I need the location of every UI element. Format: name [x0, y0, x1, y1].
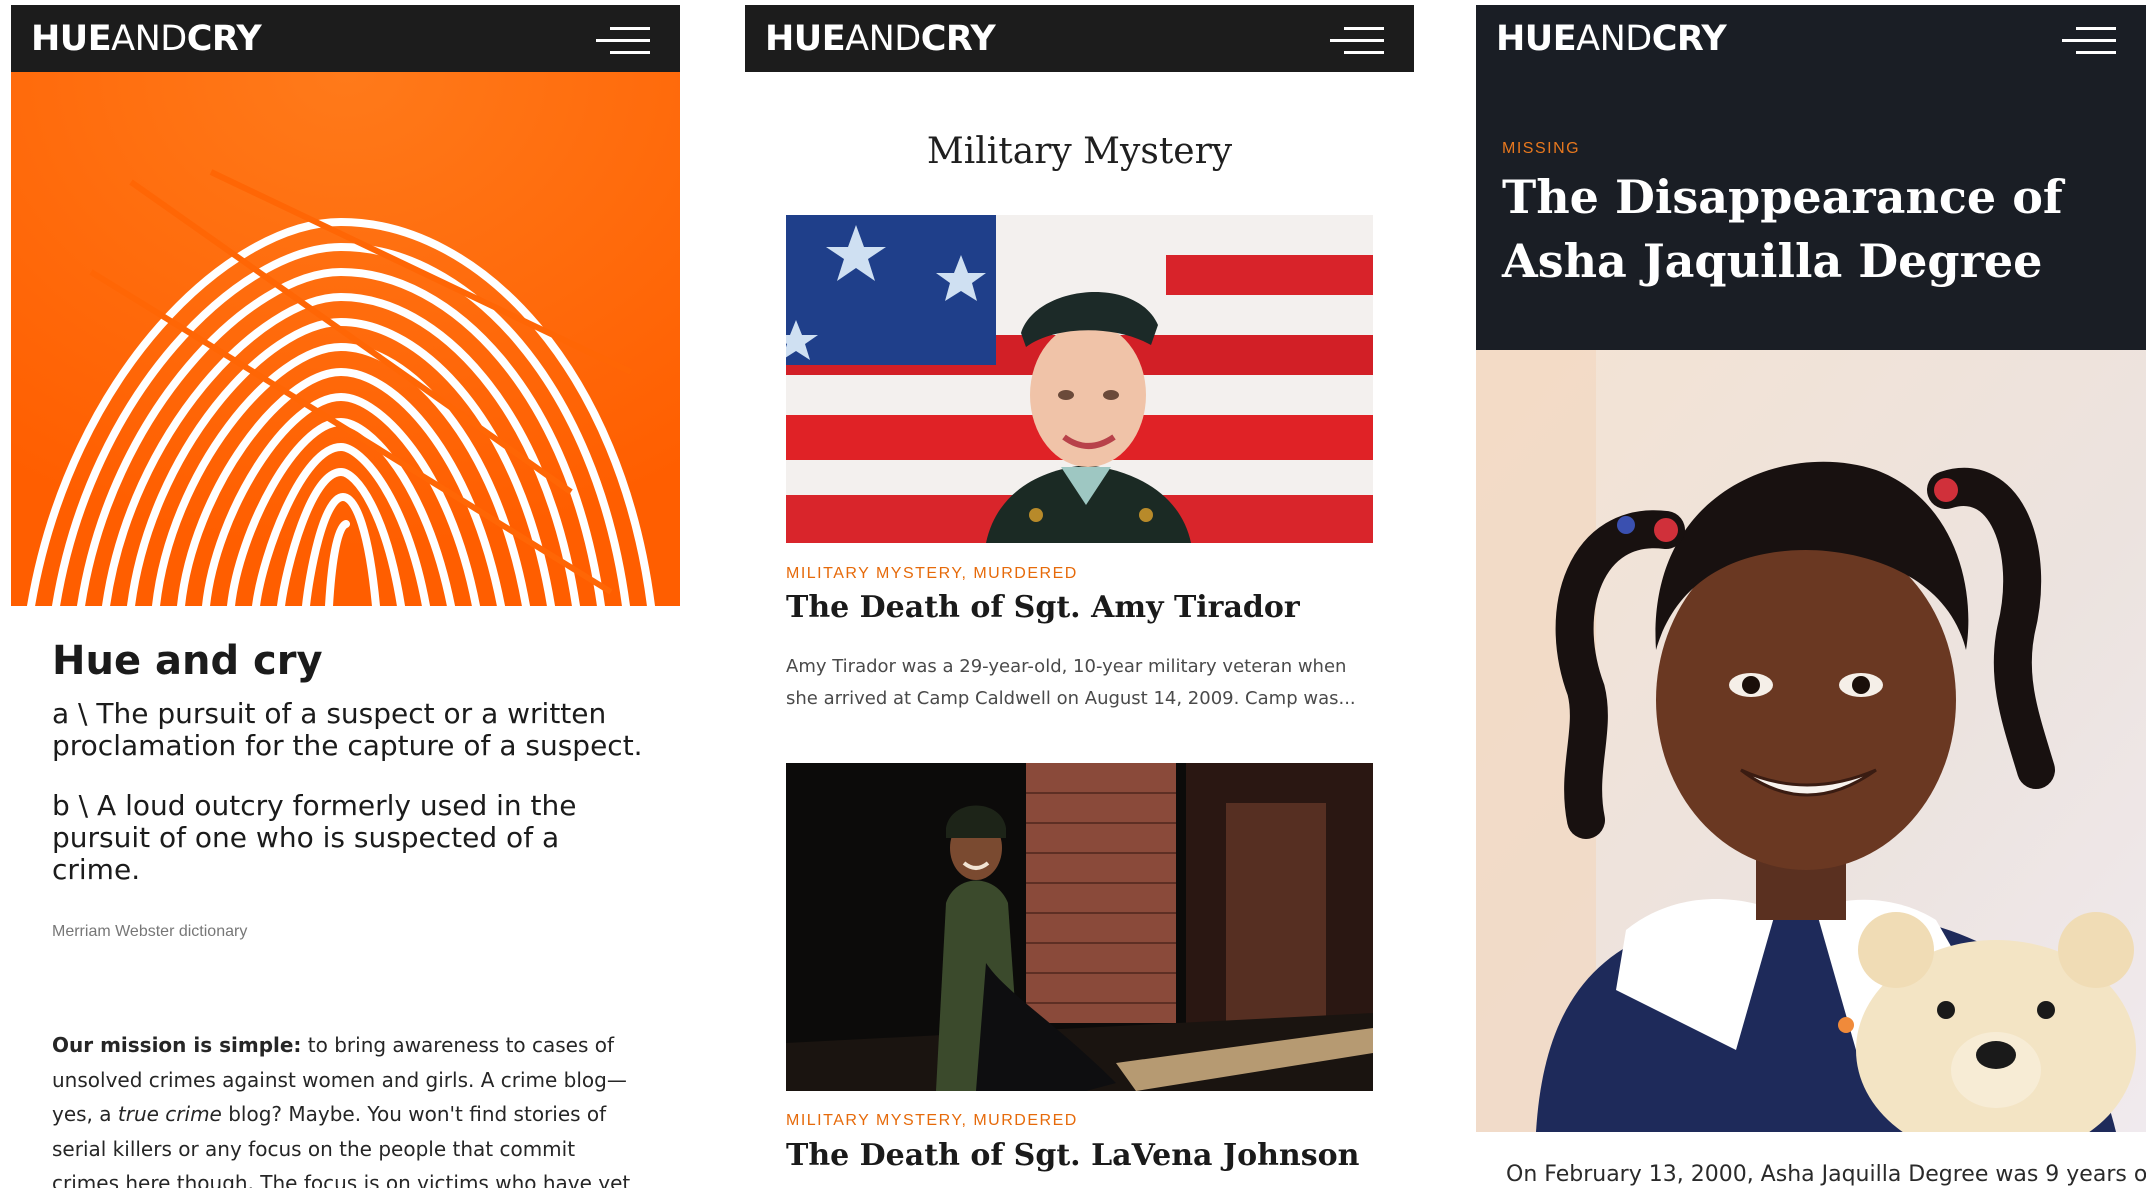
page-title: Hue and cry	[52, 638, 323, 684]
definition-a: a \ The pursuit of a suspect or a writte…	[52, 697, 643, 762]
article-category[interactable]: MILITARY MYSTERY, MURDERED	[786, 1112, 1078, 1130]
category-page-panel: HUEANDCRY Military Mystery MILITARY MYST…	[745, 5, 1414, 1188]
definition-b: b \ A loud outcry formerly used in the p…	[52, 789, 577, 886]
article-body-text: On February 13, 2000, Asha Jaquilla Degr…	[1506, 1162, 2146, 1187]
article-header: HUEANDCRY MISSING The Disappearance of A…	[1476, 5, 2146, 350]
article-title-amy-tirador[interactable]: The Death of Sgt. Amy Tirador	[786, 590, 1300, 625]
fingerprint-hero-image	[11, 72, 680, 606]
site-header: HUEANDCRY	[11, 5, 680, 72]
article-image-lavena-johnson[interactable]	[786, 763, 1373, 1091]
article-image-amy-tirador[interactable]	[786, 215, 1373, 543]
home-page-panel: HUEANDCRY Hue and cry a \ The pursuit of…	[11, 5, 680, 1188]
section-title: Military Mystery	[926, 131, 1233, 172]
menu-icon[interactable]	[596, 27, 650, 55]
site-logo[interactable]: HUEANDCRY	[1496, 19, 1727, 59]
site-header: HUEANDCRY	[1476, 5, 2146, 72]
site-header: HUEANDCRY	[745, 5, 1414, 72]
menu-icon[interactable]	[1330, 27, 1384, 55]
fingerprint-icon	[11, 72, 680, 606]
site-logo[interactable]: HUEANDCRY	[765, 19, 996, 59]
article-portrait-photo	[1476, 350, 2146, 1132]
definition-source: Merriam Webster dictionary	[52, 923, 248, 940]
article-title-lavena-johnson[interactable]: The Death of Sgt. LaVena Johnson	[786, 1138, 1359, 1173]
article-category[interactable]: MILITARY MYSTERY, MURDERED	[786, 565, 1078, 583]
mission-statement: Our mission is simple: to bring awarenes…	[52, 1033, 631, 1188]
article-category[interactable]: MISSING	[1502, 140, 1580, 158]
article-title: The Disappearance of Asha Jaquilla Degre…	[1502, 170, 2063, 288]
article-excerpt: Amy Tirador was a 29-year-old, 10-year m…	[786, 656, 1356, 709]
site-logo[interactable]: HUEANDCRY	[31, 19, 262, 59]
article-page-panel: HUEANDCRY MISSING The Disappearance of A…	[1476, 5, 2146, 1188]
menu-icon[interactable]	[2062, 27, 2116, 55]
